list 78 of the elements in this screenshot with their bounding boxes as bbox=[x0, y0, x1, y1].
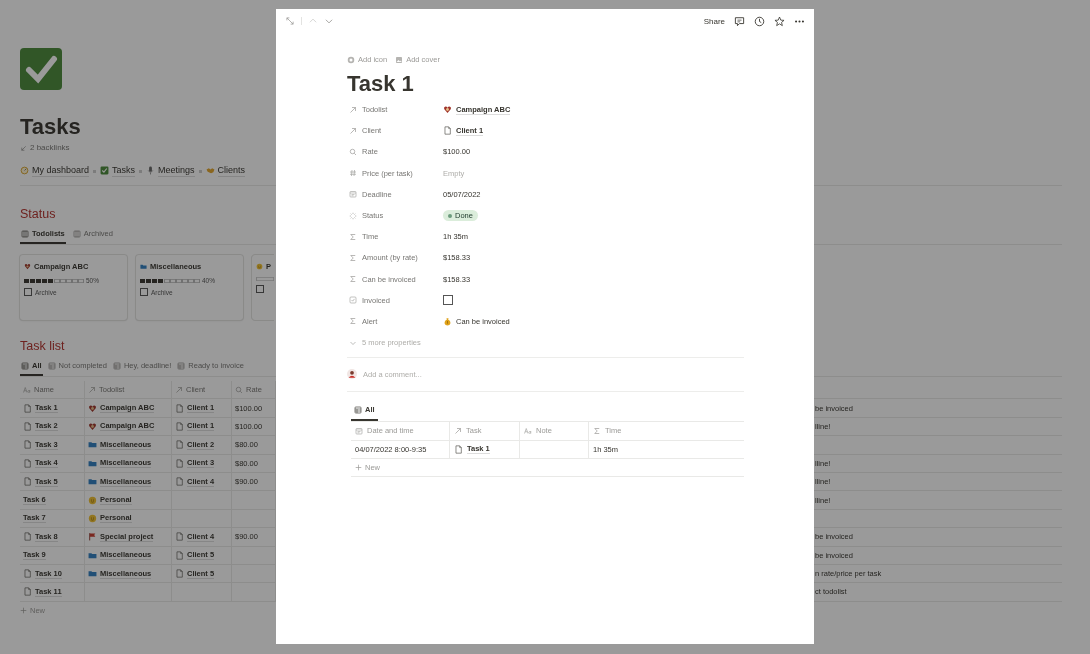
page-icon bbox=[454, 444, 463, 454]
backlinks-link[interactable]: 2 backlinks bbox=[20, 142, 70, 154]
page-icon bbox=[23, 421, 32, 431]
page-title: Tasks bbox=[20, 113, 81, 141]
checkbox[interactable] bbox=[443, 295, 453, 306]
page-link[interactable]: Meetings bbox=[146, 165, 195, 177]
microphone-icon bbox=[146, 166, 156, 176]
board-icon bbox=[21, 229, 29, 238]
page-icon bbox=[175, 569, 184, 579]
checkbox[interactable] bbox=[24, 288, 32, 296]
page-icon bbox=[23, 587, 32, 597]
spinner-icon bbox=[349, 211, 357, 220]
share-button[interactable]: Share bbox=[703, 16, 725, 26]
board-icon bbox=[72, 229, 81, 238]
table-cell bbox=[520, 440, 589, 460]
page-icon bbox=[23, 532, 32, 542]
checkbox[interactable] bbox=[256, 285, 264, 293]
page-icon bbox=[175, 477, 184, 487]
flag-icon bbox=[88, 532, 97, 542]
plus-icon bbox=[20, 606, 27, 614]
sigma-icon bbox=[349, 253, 357, 262]
page-link[interactable]: Tasks bbox=[100, 165, 136, 177]
table-icon bbox=[177, 361, 186, 370]
search-icon bbox=[235, 385, 243, 394]
page-link[interactable]: Clients bbox=[205, 165, 246, 177]
page-icon bbox=[175, 440, 184, 450]
heart-emoji-icon bbox=[88, 421, 97, 431]
arrow-icon bbox=[175, 385, 183, 394]
folder-icon bbox=[140, 263, 147, 270]
image-icon bbox=[395, 56, 404, 64]
star-icon[interactable] bbox=[774, 15, 785, 27]
checkbox-icon bbox=[349, 296, 357, 305]
arrow-icon bbox=[88, 385, 96, 394]
table-icon bbox=[21, 361, 29, 370]
arrow-icon bbox=[349, 126, 357, 135]
page-icon bbox=[23, 569, 32, 579]
clock-icon[interactable] bbox=[754, 15, 765, 27]
heart-emoji-icon bbox=[88, 403, 97, 413]
checkmark-icon bbox=[100, 166, 110, 176]
table-icon bbox=[47, 361, 56, 370]
plus-icon bbox=[355, 464, 362, 472]
sigma-icon bbox=[349, 232, 357, 241]
text-type-icon bbox=[23, 385, 31, 394]
page-icon bbox=[23, 477, 32, 487]
page-icon bbox=[175, 458, 184, 468]
arrow-icon bbox=[454, 426, 462, 435]
sigma-icon bbox=[593, 426, 601, 435]
section-heading: Task list bbox=[20, 338, 65, 355]
page-icon bbox=[23, 403, 32, 413]
hash-icon bbox=[349, 169, 357, 178]
comment-icon[interactable] bbox=[734, 15, 745, 27]
page-icon bbox=[175, 532, 184, 542]
avatar-icon bbox=[347, 369, 357, 380]
page-icon bbox=[23, 440, 32, 450]
money-bag-icon bbox=[443, 316, 452, 326]
table-icon bbox=[354, 405, 362, 414]
page-icon bbox=[175, 403, 184, 413]
calendar-icon bbox=[355, 426, 363, 435]
page-title: Task 1 bbox=[347, 70, 414, 98]
heart-emoji-icon bbox=[443, 105, 452, 115]
checkbox[interactable] bbox=[140, 288, 148, 296]
sigma-icon bbox=[349, 317, 357, 326]
sigma-icon bbox=[349, 275, 357, 284]
page-icon bbox=[175, 550, 184, 560]
checkmark-icon bbox=[20, 48, 62, 90]
text-type-icon bbox=[524, 426, 532, 435]
page-icon bbox=[175, 421, 184, 431]
search-icon bbox=[349, 147, 357, 156]
page-icon bbox=[23, 458, 32, 468]
arrow-icon bbox=[20, 144, 27, 152]
heart-emoji-icon bbox=[24, 263, 31, 270]
arrow-icon bbox=[349, 105, 357, 114]
page-icon bbox=[443, 126, 452, 136]
section-heading: Status bbox=[20, 206, 56, 223]
table-icon bbox=[112, 361, 121, 370]
gauge-icon bbox=[20, 166, 29, 176]
page-link[interactable]: My dashboard bbox=[20, 165, 90, 177]
calendar-icon bbox=[349, 190, 357, 199]
